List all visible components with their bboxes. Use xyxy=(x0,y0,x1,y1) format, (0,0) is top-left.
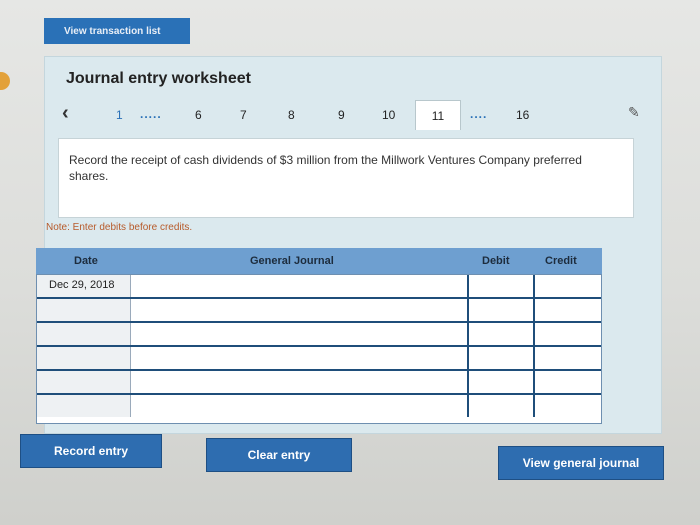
date-cell[interactable] xyxy=(37,299,131,321)
page-1[interactable]: 1 xyxy=(116,108,123,122)
note-text: Note: Enter debits before credits. xyxy=(46,222,193,233)
debit-input[interactable] xyxy=(469,347,535,369)
table-row xyxy=(37,323,601,347)
question-box: Record the receipt of cash dividends of … xyxy=(58,138,634,218)
pager-ellipsis-left: ..... xyxy=(140,107,162,121)
view-general-journal-button[interactable]: View general journal xyxy=(498,446,664,480)
table-row xyxy=(37,299,601,323)
pencil-icon[interactable]: ✎ xyxy=(628,104,640,121)
debit-input[interactable] xyxy=(469,371,535,393)
screen: View transaction list Journal entry work… xyxy=(0,0,700,525)
header-credit: Credit xyxy=(545,255,577,267)
date-cell[interactable] xyxy=(37,347,131,369)
account-input[interactable] xyxy=(131,323,469,345)
page-9[interactable]: 9 xyxy=(338,108,345,122)
credit-input[interactable] xyxy=(535,371,601,393)
credit-input[interactable] xyxy=(535,395,601,417)
credit-input[interactable] xyxy=(535,347,601,369)
date-cell[interactable] xyxy=(37,371,131,393)
chevron-left-icon[interactable]: ‹ xyxy=(62,102,69,125)
orange-indicator xyxy=(0,72,10,90)
debit-input[interactable] xyxy=(469,299,535,321)
record-entry-button[interactable]: Record entry xyxy=(20,434,162,468)
date-cell[interactable] xyxy=(37,323,131,345)
clear-entry-button[interactable]: Clear entry xyxy=(206,438,352,472)
account-input[interactable] xyxy=(131,395,469,417)
account-input[interactable] xyxy=(131,347,469,369)
date-cell[interactable]: Dec 29, 2018 xyxy=(37,275,131,297)
header-date: Date xyxy=(74,255,98,267)
header-debit: Debit xyxy=(482,255,510,267)
table-row xyxy=(37,395,601,419)
account-input[interactable] xyxy=(131,371,469,393)
debit-input[interactable] xyxy=(469,323,535,345)
table-row: Dec 29, 2018 xyxy=(37,275,601,299)
worksheet-title: Journal entry worksheet xyxy=(66,70,251,87)
journal-body: Dec 29, 2018 xyxy=(36,274,602,424)
journal-header: Date General Journal Debit Credit xyxy=(36,248,602,274)
header-general-journal: General Journal xyxy=(250,255,334,267)
credit-input[interactable] xyxy=(535,275,601,297)
table-row xyxy=(37,371,601,395)
page-10[interactable]: 10 xyxy=(382,108,395,122)
credit-input[interactable] xyxy=(535,323,601,345)
account-input[interactable] xyxy=(131,299,469,321)
date-cell[interactable] xyxy=(37,395,131,417)
page-6[interactable]: 6 xyxy=(195,108,202,122)
debit-input[interactable] xyxy=(469,395,535,417)
account-input[interactable] xyxy=(131,275,469,297)
page-16[interactable]: 16 xyxy=(516,108,529,122)
pager-ellipsis-right: .... xyxy=(470,107,488,121)
pager: ‹ 1 ..... 6 7 8 9 10 11 .... 16 ✎ xyxy=(50,100,650,132)
question-text: Record the receipt of cash dividends of … xyxy=(69,153,582,183)
page-11-active[interactable]: 11 xyxy=(415,100,461,130)
credit-input[interactable] xyxy=(535,299,601,321)
page-8[interactable]: 8 xyxy=(288,108,295,122)
journal-table: Date General Journal Debit Credit Dec 29… xyxy=(36,248,602,426)
page-7[interactable]: 7 xyxy=(240,108,247,122)
view-transaction-list-button[interactable]: View transaction list xyxy=(44,18,190,44)
table-row xyxy=(37,347,601,371)
debit-input[interactable] xyxy=(469,275,535,297)
